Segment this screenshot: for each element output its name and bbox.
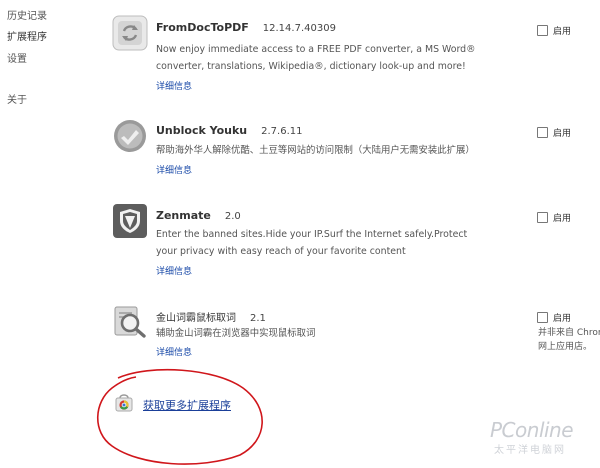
annotation-circle [97,368,263,465]
watermark-logo: PConline [490,418,574,442]
pconline-watermark: PConline 太平洋电脑网 [490,418,574,456]
watermark-subtitle: 太平洋电脑网 [494,445,566,456]
